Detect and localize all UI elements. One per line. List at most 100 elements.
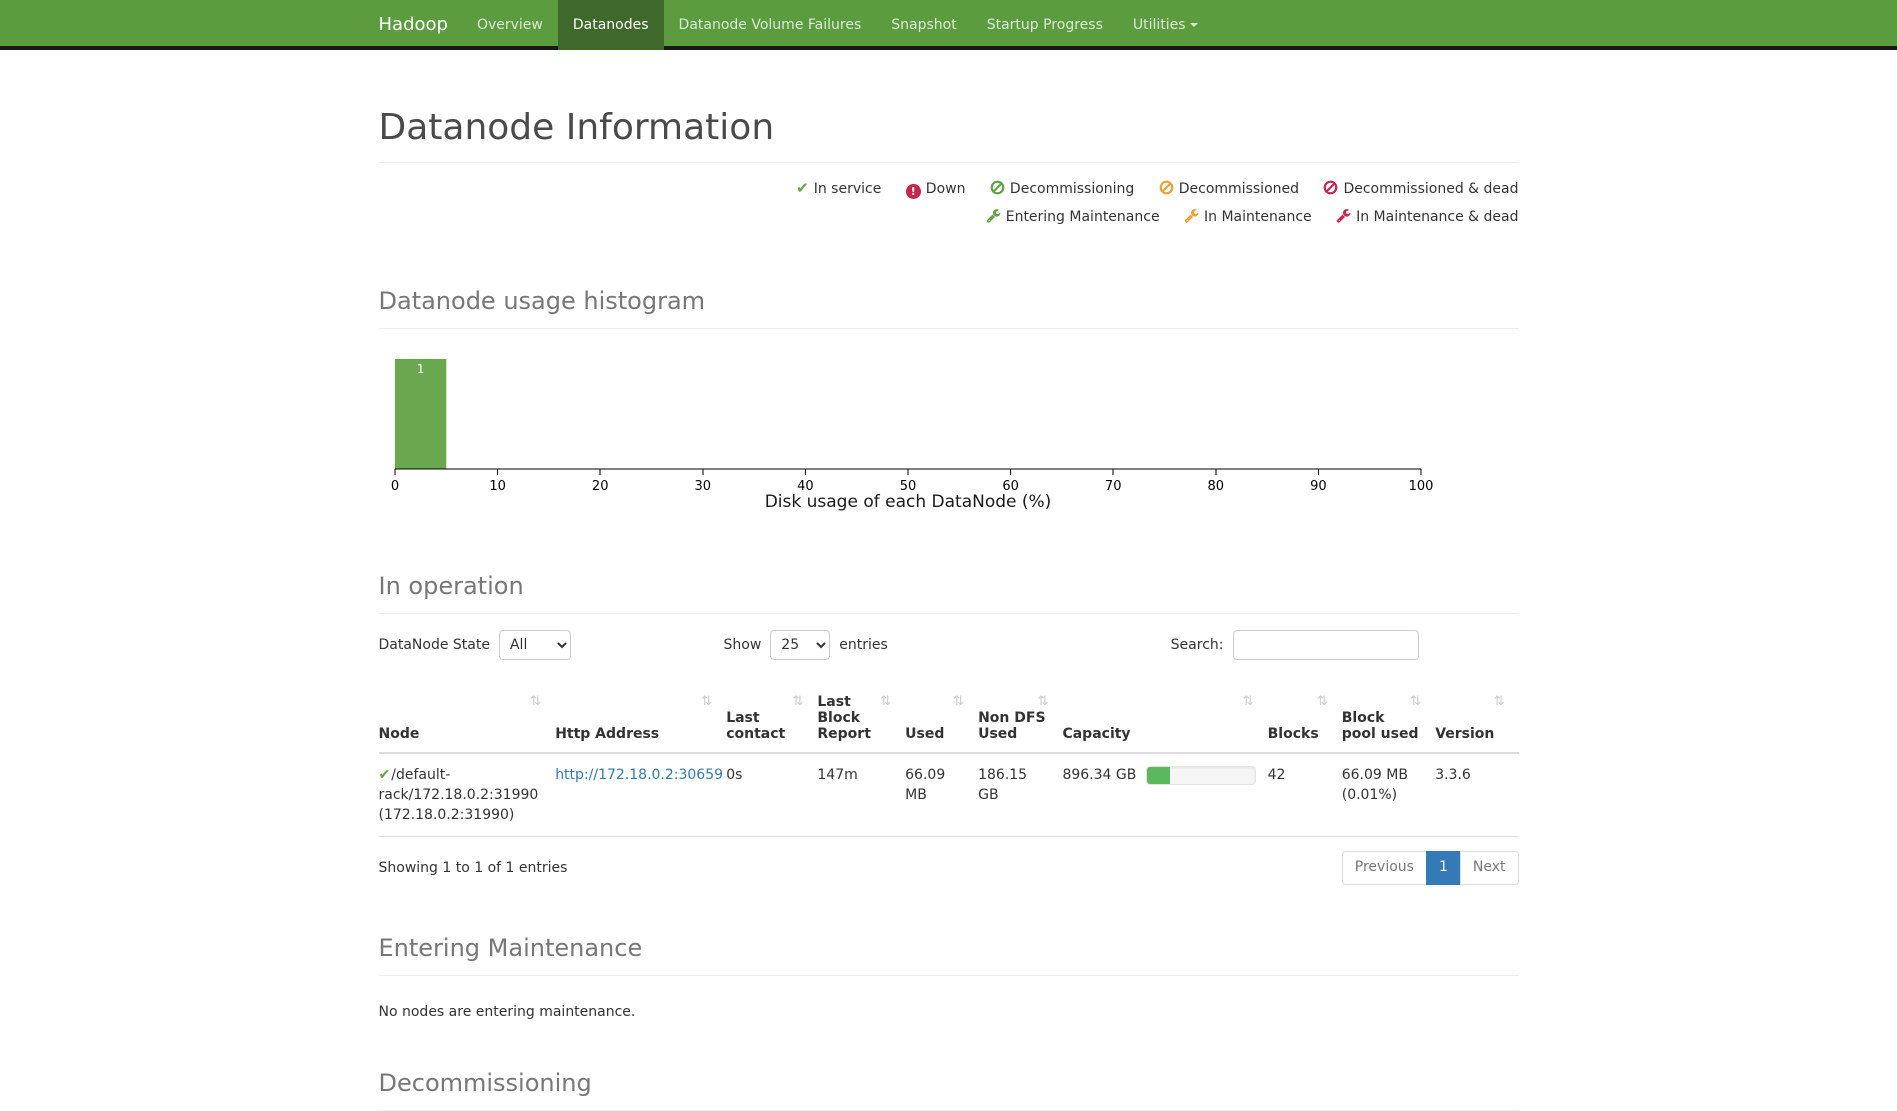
histogram-section-header: Datanode usage histogram — [379, 288, 1519, 329]
node-state-legend: ✔In service !Down Decommissioning Decomm… — [379, 175, 1519, 232]
exclamation-circle-icon: ! — [906, 184, 921, 199]
show-entries-label: Show — [724, 637, 762, 653]
sort-icon[interactable]: ⇅ — [1494, 694, 1505, 709]
svg-text:20: 20 — [591, 479, 608, 494]
next-page-button[interactable]: Next — [1460, 851, 1519, 885]
nav-item-datanodes[interactable]: Datanodes — [558, 0, 664, 50]
pagination: Previous 1 Next — [1342, 851, 1519, 885]
http-address-cell: http://172.18.0.2:30659 — [555, 753, 726, 837]
http-address-link[interactable]: http://172.18.0.2:30659 — [555, 767, 723, 783]
column-header-used[interactable]: Used⇅ — [905, 686, 978, 753]
entering-maintenance-heading: Entering Maintenance — [379, 935, 1519, 963]
datanode-state-label: DataNode State — [379, 637, 490, 653]
wrench-icon — [1184, 206, 1199, 232]
blocks-cell: 42 — [1268, 753, 1342, 837]
nav-item-utilities[interactable]: Utilities — [1118, 0, 1213, 50]
column-header-http-address[interactable]: Http Address⇅ — [555, 686, 726, 753]
svg-text:10: 10 — [489, 479, 506, 494]
sort-icon[interactable]: ⇅ — [1317, 694, 1328, 709]
datanodes-table: Node⇅ Http Address⇅ Last contact⇅ Last B… — [379, 686, 1519, 838]
ban-icon — [990, 178, 1005, 204]
page-title: Datanode Information — [379, 107, 1519, 148]
in-operation-heading: In operation — [379, 573, 1519, 601]
brand-hadoop[interactable]: Hadoop — [379, 0, 462, 50]
capacity-cell: 896.34 GB — [1062, 753, 1267, 837]
sort-icon[interactable]: ⇅ — [1410, 694, 1421, 709]
last-contact-cell: 0s — [726, 753, 817, 837]
sort-icon[interactable]: ⇅ — [792, 694, 803, 709]
last-block-report-cell: 147m — [817, 753, 905, 837]
histogram-heading: Datanode usage histogram — [379, 288, 1519, 316]
legend-decommissioning: Decommissioning — [990, 181, 1139, 197]
entering-maintenance-empty-text: No nodes are entering maintenance. — [379, 1004, 1519, 1020]
decommissioning-section-header: Decommissioning — [379, 1070, 1519, 1111]
column-header-non-dfs-used[interactable]: Non DFS Used⇅ — [978, 686, 1062, 753]
histogram-x-axis: 0 10 20 30 40 50 60 70 80 90 100 — [390, 469, 1433, 494]
check-icon: ✔ — [379, 767, 391, 783]
node-cell: ✔/default-rack/172.18.0.2:31990 (172.18.… — [379, 753, 556, 837]
legend-in-service: ✔In service — [796, 181, 886, 197]
legend-in-maintenance: In Maintenance — [1184, 209, 1316, 225]
page-1-button[interactable]: 1 — [1426, 851, 1461, 885]
column-header-node[interactable]: Node⇅ — [379, 686, 556, 753]
legend-decommissioned-dead: Decommissioned & dead — [1323, 181, 1518, 197]
column-header-capacity[interactable]: Capacity⇅ — [1062, 686, 1267, 753]
entering-maintenance-section-header: Entering Maintenance — [379, 935, 1519, 976]
ban-icon — [1323, 178, 1338, 204]
sort-icon[interactable]: ⇅ — [701, 694, 712, 709]
nav-menu: Overview Datanodes Datanode Volume Failu… — [462, 0, 1213, 50]
wrench-icon — [1336, 206, 1351, 232]
version-cell: 3.3.6 — [1435, 753, 1518, 837]
table-controls: DataNode State All Show 25 entries Searc… — [379, 630, 1519, 666]
svg-text:80: 80 — [1207, 479, 1224, 494]
in-operation-section-header: In operation — [379, 573, 1519, 614]
sort-icon[interactable]: ⇅ — [953, 694, 964, 709]
legend-decommissioned: Decommissioned — [1159, 181, 1304, 197]
non-dfs-used-cell: 186.15 GB — [978, 753, 1062, 837]
search-label: Search: — [1171, 637, 1224, 653]
legend-entering-maintenance: Entering Maintenance — [986, 209, 1164, 225]
svg-text:100: 100 — [1408, 479, 1433, 494]
column-header-block-pool-used[interactable]: Block pool used⇅ — [1342, 686, 1435, 753]
table-row: ✔/default-rack/172.18.0.2:31990 (172.18.… — [379, 753, 1519, 837]
column-header-version[interactable]: Version⇅ — [1435, 686, 1518, 753]
previous-page-button[interactable]: Previous — [1342, 851, 1427, 885]
svg-text:90: 90 — [1310, 479, 1327, 494]
nav-item-datanode-volume-failures[interactable]: Datanode Volume Failures — [664, 0, 877, 50]
page-length-select[interactable]: 25 — [770, 630, 830, 660]
column-header-last-block-report[interactable]: Last Block Report⇅ — [817, 686, 905, 753]
svg-text:0: 0 — [390, 479, 398, 494]
svg-text:30: 30 — [694, 479, 711, 494]
histogram-axis-title: Disk usage of each DataNode (%) — [764, 492, 1051, 512]
column-header-blocks[interactable]: Blocks⇅ — [1268, 686, 1342, 753]
page-header: Datanode Information — [379, 107, 1519, 163]
svg-text:70: 70 — [1104, 479, 1121, 494]
datanode-usage-histogram: 1 0 10 20 30 40 50 60 70 80 90 100 Disk … — [379, 341, 1519, 517]
search-input[interactable] — [1233, 630, 1419, 660]
check-icon: ✔ — [796, 175, 809, 201]
datanode-state-select[interactable]: All — [499, 630, 571, 660]
chevron-down-icon — [1190, 23, 1198, 27]
column-header-last-contact[interactable]: Last contact⇅ — [726, 686, 817, 753]
table-header-row: Node⇅ Http Address⇅ Last contact⇅ Last B… — [379, 686, 1519, 753]
nav-item-snapshot[interactable]: Snapshot — [876, 0, 971, 50]
histogram-bar-label: 1 — [416, 362, 424, 376]
ban-icon — [1159, 178, 1174, 204]
wrench-icon — [986, 206, 1001, 232]
decommissioning-heading: Decommissioning — [379, 1070, 1519, 1098]
used-cell: 66.09 MB — [905, 753, 978, 837]
nav-item-startup-progress[interactable]: Startup Progress — [972, 0, 1118, 50]
legend-in-maintenance-dead: In Maintenance & dead — [1336, 209, 1518, 225]
sort-icon[interactable]: ⇅ — [1038, 694, 1049, 709]
navbar: Hadoop Overview Datanodes Datanode Volum… — [0, 0, 1897, 50]
capacity-progress-bar — [1146, 766, 1255, 785]
legend-down: !Down — [906, 181, 970, 197]
sort-icon[interactable]: ⇅ — [880, 694, 891, 709]
nav-item-overview[interactable]: Overview — [462, 0, 558, 50]
sort-icon[interactable]: ⇅ — [530, 694, 541, 709]
entries-label: entries — [839, 637, 888, 653]
sort-icon[interactable]: ⇅ — [1243, 694, 1254, 709]
histogram-svg: 1 0 10 20 30 40 50 60 70 80 90 100 Disk … — [379, 341, 1439, 513]
block-pool-used-cell: 66.09 MB (0.01%) — [1342, 753, 1435, 837]
capacity-progress-fill — [1147, 767, 1170, 784]
